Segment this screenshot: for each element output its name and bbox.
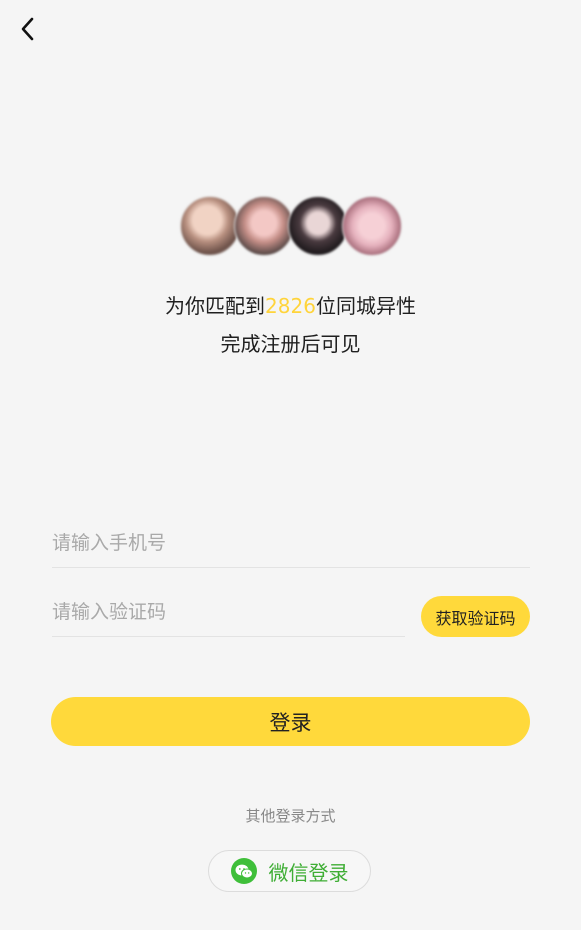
wechat-login-button[interactable]: 微信登录 [208, 850, 371, 892]
chevron-left-icon [21, 17, 34, 41]
match-text: 为你匹配到2826位同城异性 [0, 292, 581, 320]
match-subtitle: 完成注册后可见 [220, 332, 361, 356]
back-button[interactable] [14, 14, 42, 44]
match-suffix: 位同城异性 [315, 294, 416, 318]
get-code-button[interactable]: 获取验证码 [421, 596, 530, 637]
login-button[interactable]: 登录 [51, 697, 530, 746]
avatar [342, 196, 402, 256]
other-login-label: 其他登录方式 [245, 807, 336, 825]
phone-input[interactable] [52, 528, 522, 558]
avatar [234, 196, 294, 256]
match-count: 2826 [265, 294, 316, 318]
avatar [180, 196, 240, 256]
avatar-group [180, 196, 402, 256]
match-prefix: 为你匹配到 [165, 294, 266, 318]
avatar [288, 196, 348, 256]
verification-code-input[interactable] [52, 597, 392, 627]
wechat-icon [230, 858, 257, 884]
wechat-login-label: 微信登录 [268, 860, 349, 885]
code-divider [52, 636, 405, 637]
phone-divider [52, 567, 530, 568]
